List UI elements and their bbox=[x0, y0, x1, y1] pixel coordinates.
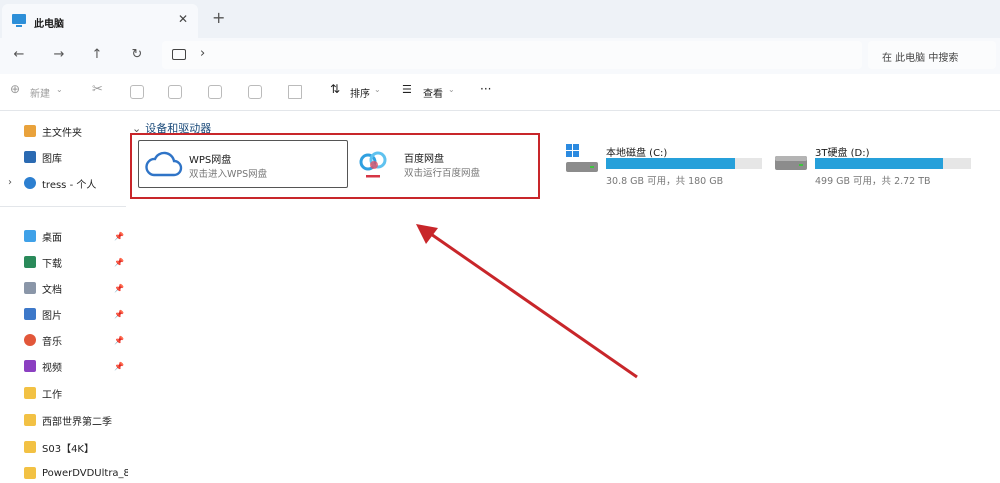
annotation-arrow bbox=[416, 224, 638, 379]
